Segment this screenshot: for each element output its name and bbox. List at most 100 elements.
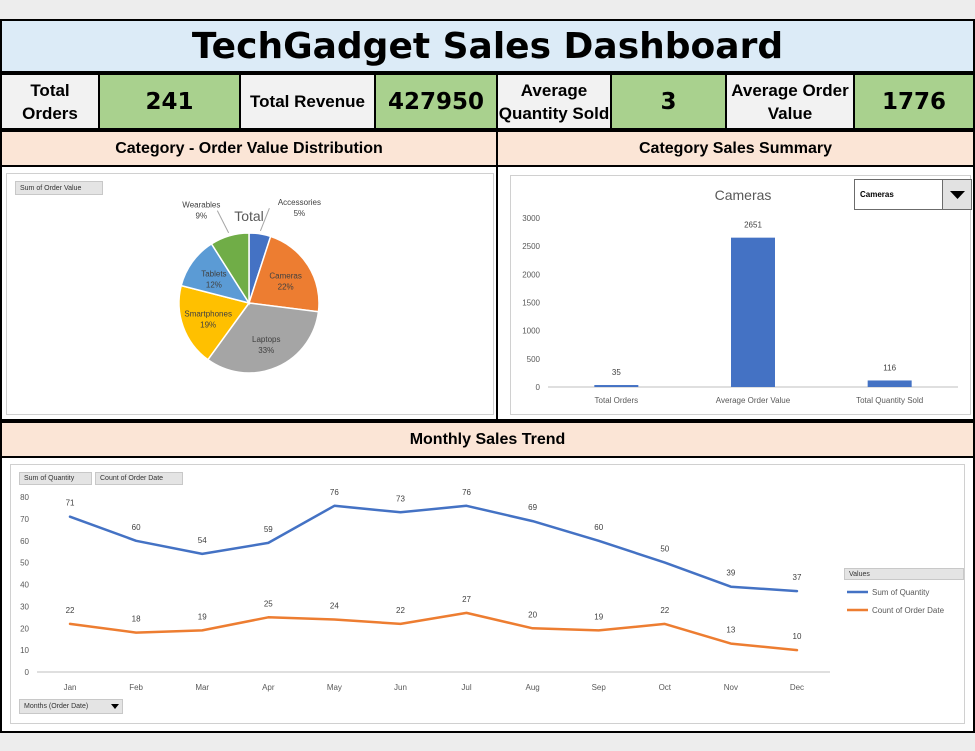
bar-title: Cameras xyxy=(715,187,772,203)
category-dropdown-button[interactable] xyxy=(942,180,971,209)
section-header-pie: Category - Order Value Distribution xyxy=(0,130,498,167)
pie-label-tablets: Tablets xyxy=(201,269,226,278)
bar-panel: Cameras 0 500 1000 1500 2000 2500 3000 35 Total… xyxy=(496,165,975,421)
line-xtick-label: Jun xyxy=(394,683,407,692)
kpi-label-average-order-value: Average Order Value xyxy=(725,73,855,130)
line-xtick-label: Feb xyxy=(129,683,143,692)
line-data-label: 60 xyxy=(132,523,141,532)
legend-label: Count of Order Date xyxy=(872,606,945,615)
pie-label-cameras: Cameras xyxy=(269,272,301,281)
pie-percent-tablets: 12% xyxy=(206,280,222,289)
pie-percent-accessories: 5% xyxy=(294,209,306,218)
line-ytick-label: 40 xyxy=(20,581,29,590)
pie-title: Total xyxy=(234,208,264,224)
pie-label-wearables: Wearables xyxy=(182,201,220,210)
bar-ytick-label: 500 xyxy=(527,355,541,364)
bar-ytick-label: 2000 xyxy=(522,270,540,279)
line-data-label: 76 xyxy=(330,488,339,497)
line-ytick-label: 0 xyxy=(25,668,30,677)
line-series-sum-of-quantity xyxy=(68,504,799,593)
line-data-label: 13 xyxy=(726,626,735,635)
pie-percent-cameras: 22% xyxy=(278,283,294,292)
line-data-label: 50 xyxy=(660,545,669,554)
line-data-label: 22 xyxy=(66,606,75,615)
bar-category-label: Total Orders xyxy=(595,396,639,405)
line-panel: Sum of Quantity Count of Order Date Mont… xyxy=(0,456,975,733)
line-data-label: 18 xyxy=(132,615,141,624)
dashboard-title: TechGadget Sales Dashboard xyxy=(0,19,975,73)
category-dropdown[interactable]: Cameras xyxy=(854,179,972,210)
pie-label-smartphones: Smartphones xyxy=(184,310,232,319)
pie-chart: Total Accessories 5% Cameras 22% Laptops 33% S… xyxy=(178,198,321,374)
bar-category-label: Average Order Value xyxy=(716,396,791,405)
bar-total-orders xyxy=(594,385,639,387)
line-data-label: 71 xyxy=(66,499,75,508)
chevron-down-icon xyxy=(950,191,965,199)
pie-percent-laptops: 33% xyxy=(258,346,274,355)
line-xtick-label: Apr xyxy=(262,683,275,692)
line-series-count-of-order-date xyxy=(68,611,799,652)
kpi-value-total-revenue: 427950 xyxy=(374,73,498,130)
category-dropdown-value: Cameras xyxy=(860,190,894,199)
line-ytick-label: 20 xyxy=(20,624,29,633)
line-xtick-label: Jul xyxy=(461,683,471,692)
kpi-label-average-quantity-sold: Average Quantity Sold xyxy=(496,73,612,130)
line-data-label: 25 xyxy=(264,599,273,608)
line-xtick-label: Oct xyxy=(659,683,672,692)
line-xtick-label: Aug xyxy=(526,683,540,692)
line-ytick-label: 30 xyxy=(20,602,29,611)
kpi-label-total-revenue: Total Revenue xyxy=(239,73,376,130)
line-xtick-label: Jan xyxy=(64,683,77,692)
bar-ytick-label: 1000 xyxy=(522,327,540,336)
line-data-label: 60 xyxy=(594,523,603,532)
line-data-label: 10 xyxy=(793,632,802,641)
bar-category-label: Total Quantity Sold xyxy=(856,396,923,405)
pie-label-laptops: Laptops xyxy=(252,335,280,344)
line-data-label: 20 xyxy=(528,610,537,619)
kpi-value-average-order-value: 1776 xyxy=(853,73,975,130)
line-data-label: 39 xyxy=(726,569,735,578)
line-data-label: 73 xyxy=(396,494,405,503)
line-data-label: 19 xyxy=(198,612,207,621)
bar-ytick-label: 3000 xyxy=(522,214,540,223)
line-chart: 0 10 20 30 40 50 60 70 80 Jan Feb Mar Apr May Jun Jul A… xyxy=(20,488,945,692)
bar-data-label: 116 xyxy=(883,363,896,372)
bar-data-label: 35 xyxy=(612,368,621,377)
legend-label: Sum of Quantity xyxy=(872,588,929,597)
bar-ytick-label: 1500 xyxy=(522,299,540,308)
line-xtick-label: Dec xyxy=(790,683,804,692)
line-ytick-label: 70 xyxy=(20,515,29,524)
line-data-label: 54 xyxy=(198,536,207,545)
line-data-label: 22 xyxy=(396,606,405,615)
line-data-label: 22 xyxy=(660,606,669,615)
bar-total-quantity-sold xyxy=(867,380,912,387)
line-xtick-label: May xyxy=(327,683,342,692)
bar-ytick-label: 0 xyxy=(536,383,541,392)
line-xtick-label: Sep xyxy=(592,683,607,692)
section-header-line: Monthly Sales Trend xyxy=(0,421,975,458)
line-data-label: 24 xyxy=(330,602,339,611)
line-ytick-label: 80 xyxy=(20,493,29,502)
kpi-label-total-orders: Total Orders xyxy=(0,73,100,130)
line-data-label: 76 xyxy=(462,488,471,497)
bar-average-order-value xyxy=(731,237,775,387)
kpi-value-average-quantity-sold: 3 xyxy=(610,73,727,130)
line-data-label: 19 xyxy=(594,612,603,621)
line-ytick-label: 60 xyxy=(20,537,29,546)
line-xtick-label: Mar xyxy=(195,683,209,692)
line-ytick-label: 50 xyxy=(20,559,29,568)
line-data-label: 69 xyxy=(528,503,537,512)
kpi-value-total-orders: 241 xyxy=(98,73,241,130)
pie-percent-smartphones: 19% xyxy=(200,321,216,330)
line-data-label: 59 xyxy=(264,525,273,534)
section-header-bar: Category Sales Summary xyxy=(496,130,975,167)
pie-percent-wearables: 9% xyxy=(196,212,208,221)
bar-ytick-label: 2500 xyxy=(522,242,540,251)
pie-leader-line-wearables xyxy=(216,210,230,234)
pie-panel: Sum of Order Value Total Accessories 5% Ca… xyxy=(0,165,498,421)
line-ytick-label: 10 xyxy=(20,646,29,655)
bar-data-label: 2651 xyxy=(744,221,762,230)
line-xtick-label: Nov xyxy=(724,683,738,692)
line-data-label: 27 xyxy=(462,595,471,604)
line-data-label: 37 xyxy=(793,573,802,582)
